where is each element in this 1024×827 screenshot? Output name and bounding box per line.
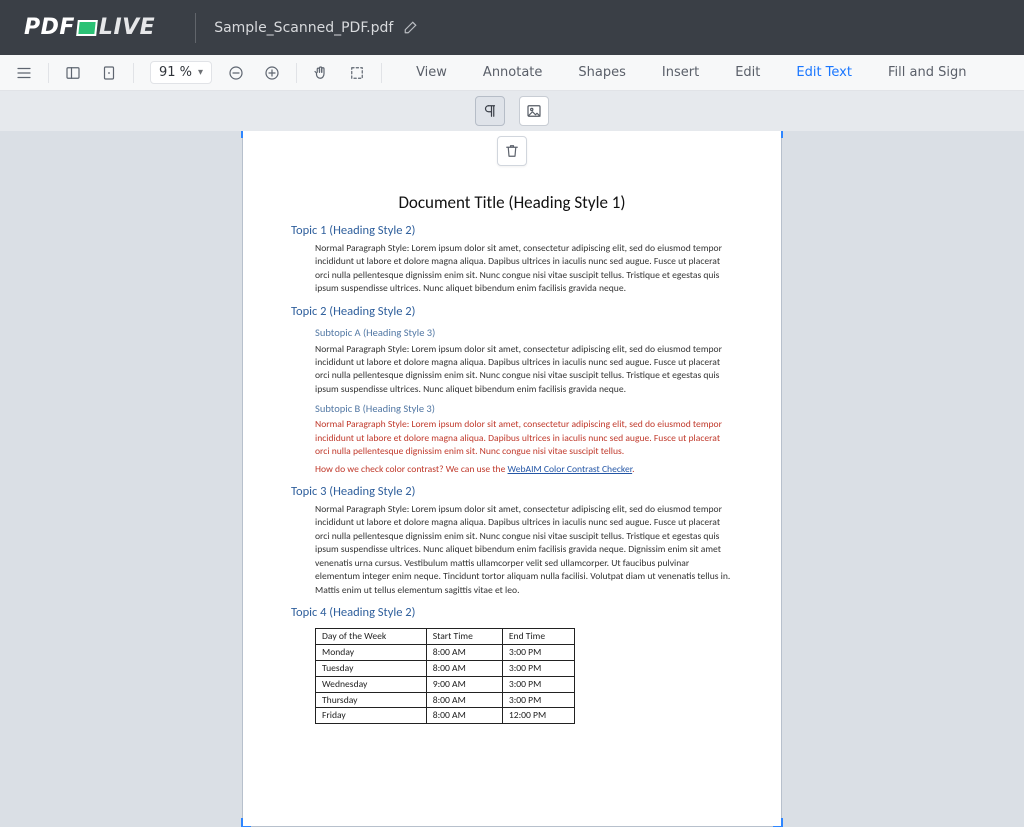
pan-tool-button[interactable] xyxy=(303,55,339,91)
table-header-row: Day of the Week Start Time End Time xyxy=(316,628,575,644)
filename-label: Sample_Scanned_PDF.pdf xyxy=(214,20,393,36)
tab-insert[interactable]: Insert xyxy=(644,55,717,91)
sidebar-toggle-button[interactable] xyxy=(55,55,91,91)
zoom-control[interactable]: 91 % ▾ xyxy=(140,61,218,84)
edit-text-subtoolbar xyxy=(0,91,1024,131)
brand-text-right: LIVE xyxy=(99,15,155,40)
table-row: Thursday 8:00 AM 3:00 PM xyxy=(316,692,575,708)
titlebar-separator xyxy=(195,13,196,43)
title-bar: PDF LIVE Sample_Scanned_PDF.pdf xyxy=(0,0,1024,55)
topic-1-heading: Topic 1 (Heading Style 2) xyxy=(291,223,733,240)
subtopic-b-heading: Subtopic B (Heading Style 3) xyxy=(315,402,733,416)
tab-edit-text[interactable]: Edit Text xyxy=(778,55,870,91)
topic-4-heading: Topic 4 (Heading Style 2) xyxy=(291,605,733,622)
chevron-down-icon: ▾ xyxy=(198,67,203,78)
subtopic-b-paragraph: Normal Paragraph Style: Lorem ipsum dolo… xyxy=(315,418,733,458)
edit-image-button[interactable] xyxy=(519,96,549,126)
pdf-page[interactable]: Document Title (Heading Style 1) Topic 1… xyxy=(242,131,782,827)
zoom-in-button[interactable] xyxy=(254,55,290,91)
topic-3-paragraph: Normal Paragraph Style: Lorem ipsum dolo… xyxy=(315,503,733,597)
contrast-pre: How do we check color contrast? We can u… xyxy=(315,463,508,475)
tab-fill-sign[interactable]: Fill and Sign xyxy=(870,55,984,91)
contrast-link[interactable]: WebAIM Color Contrast Checker xyxy=(508,463,633,475)
tab-edit[interactable]: Edit xyxy=(717,55,778,91)
brand-icon xyxy=(76,20,98,36)
tab-annotate[interactable]: Annotate xyxy=(465,55,560,91)
subtopic-a-paragraph: Normal Paragraph Style: Lorem ipsum dolo… xyxy=(315,343,733,397)
brand-text-left: PDF xyxy=(24,15,75,40)
rename-icon[interactable] xyxy=(403,17,421,39)
zoom-value: 91 % xyxy=(159,65,192,80)
select-tool-button[interactable] xyxy=(339,55,375,91)
table-row: Tuesday 8:00 AM 3:00 PM xyxy=(316,660,575,676)
page-view-button[interactable] xyxy=(91,55,127,91)
topic-2-heading: Topic 2 (Heading Style 2) xyxy=(291,304,733,321)
delete-page-button[interactable] xyxy=(497,136,527,166)
contrast-sentence: How do we check color contrast? We can u… xyxy=(315,463,733,476)
table-header-cell: Start Time xyxy=(426,628,502,644)
tab-shapes[interactable]: Shapes xyxy=(560,55,643,91)
toolbar-separator xyxy=(133,63,134,83)
schedule-table: Day of the Week Start Time End Time Mond… xyxy=(315,628,575,725)
main-toolbar: 91 % ▾ View Annotate Shapes Insert Edit … xyxy=(0,55,1024,91)
document-title: Document Title (Heading Style 1) xyxy=(291,192,733,215)
contrast-post: . xyxy=(632,463,634,475)
toolbar-separator xyxy=(296,63,297,83)
table-row: Monday 8:00 AM 3:00 PM xyxy=(316,644,575,660)
topic-1-paragraph: Normal Paragraph Style: Lorem ipsum dolo… xyxy=(315,242,733,296)
toolbar-separator xyxy=(381,63,382,83)
topic-3-heading: Topic 3 (Heading Style 2) xyxy=(291,484,733,501)
table-row: Friday 8:00 AM 12:00 PM xyxy=(316,708,575,724)
tab-view[interactable]: View xyxy=(398,55,465,91)
menu-button[interactable] xyxy=(6,55,42,91)
table-header-cell: End Time xyxy=(502,628,574,644)
subtopic-a-heading: Subtopic A (Heading Style 3) xyxy=(315,326,733,340)
document-viewport[interactable]: Document Title (Heading Style 1) Topic 1… xyxy=(0,131,1024,827)
zoom-out-button[interactable] xyxy=(218,55,254,91)
toolbar-separator xyxy=(48,63,49,83)
edit-paragraph-button[interactable] xyxy=(475,96,505,126)
table-row: Wednesday 9:00 AM 3:00 PM xyxy=(316,676,575,692)
brand-logo[interactable]: PDF LIVE xyxy=(0,15,177,40)
table-header-cell: Day of the Week xyxy=(316,628,427,644)
